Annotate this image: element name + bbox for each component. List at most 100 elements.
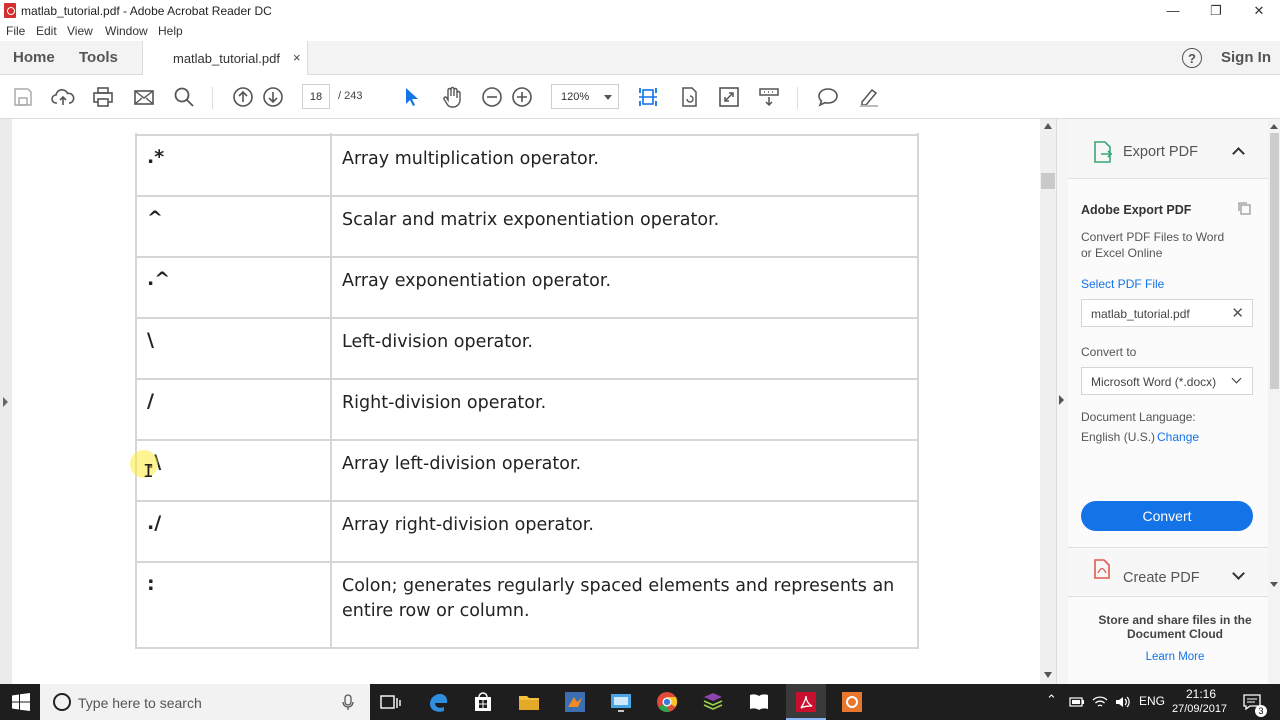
store-icon[interactable] (471, 690, 495, 714)
language-label: Document Language: (1081, 410, 1196, 424)
page-number-input[interactable]: 18 (302, 84, 330, 109)
copy-icon[interactable] (1237, 201, 1253, 217)
operator-description: Array multiplication operator. (330, 134, 919, 197)
export-pdf-header[interactable]: Export PDF (1068, 119, 1268, 179)
service-description: Convert PDF Files to Word or Excel Onlin… (1081, 230, 1225, 260)
scrollbar-thumb[interactable] (1270, 133, 1279, 389)
previous-page-icon[interactable] (231, 85, 255, 109)
save-icon[interactable] (11, 85, 35, 109)
table-row: ./ Array right-division operator. (135, 500, 919, 563)
operator-table: .* Array multiplication operator. ^ Scal… (135, 133, 919, 649)
minimize-button[interactable]: — (1151, 0, 1195, 21)
tab-home[interactable]: Home (13, 49, 55, 66)
create-pdf-header[interactable]: Create PDF (1068, 547, 1268, 597)
rotate-page-icon[interactable] (677, 85, 701, 109)
scroll-up-arrow-icon[interactable] (1270, 124, 1278, 129)
operator-symbol: ^ (135, 195, 332, 258)
chevron-up-icon[interactable] (1232, 147, 1245, 160)
learn-more-link[interactable]: Learn More (1088, 651, 1262, 663)
matlab-icon[interactable] (563, 690, 587, 714)
toolbar-divider (212, 87, 213, 109)
cloud-promo-text: Store and share files in the Document Cl… (1098, 613, 1252, 641)
notification-count-badge: 3 (1255, 705, 1267, 717)
menu-bar: File Edit View Window Help (0, 21, 1280, 41)
clear-file-icon[interactable]: ✕ (1231, 304, 1244, 322)
microphone-icon[interactable] (342, 694, 354, 711)
clock-date[interactable]: 27/09/2017 (1172, 703, 1227, 715)
upload-cloud-icon[interactable] (51, 85, 75, 109)
convert-button[interactable]: Convert (1081, 501, 1253, 531)
menu-view[interactable]: View (67, 24, 93, 38)
task-view-icon[interactable] (378, 690, 402, 714)
table-row: .* Array multiplication operator. (135, 134, 919, 197)
tools-pane-scrollbar[interactable] (1268, 119, 1280, 684)
tab-document[interactable]: matlab_tutorial.pdf × (142, 41, 308, 75)
taskbar-search[interactable]: Type here to search (40, 684, 370, 720)
create-pdf-title: Create PDF (1123, 570, 1200, 586)
zoom-in-icon[interactable] (510, 85, 534, 109)
table-row: .^ Array exponentiation operator. (135, 256, 919, 319)
scroll-down-arrow-icon[interactable] (1044, 672, 1052, 678)
selected-file-field[interactable]: matlab_tutorial.pdf ✕ (1081, 299, 1253, 327)
maximize-button[interactable]: ❐ (1194, 0, 1238, 21)
operator-description: Array exponentiation operator. (330, 256, 919, 319)
operator-symbol: .\ (135, 439, 332, 502)
book-reader-icon[interactable] (747, 690, 771, 714)
clock-time[interactable]: 21:16 (1186, 687, 1216, 701)
remote-desktop-icon[interactable] (609, 690, 633, 714)
help-icon[interactable]: ? (1182, 48, 1202, 68)
email-icon[interactable] (132, 85, 156, 109)
scrollbar-thumb[interactable] (1041, 173, 1055, 189)
wifi-icon[interactable] (1092, 694, 1108, 710)
file-explorer-icon[interactable] (517, 690, 541, 714)
scroll-up-arrow-icon[interactable] (1044, 123, 1052, 129)
zoom-level-select[interactable]: 120% (551, 84, 619, 109)
language-value: English (U.S.) (1081, 430, 1156, 444)
table-row: \ Left-division operator. (135, 317, 919, 380)
comment-icon[interactable] (816, 85, 840, 109)
title-bar: matlab_tutorial.pdf - Adobe Acrobat Read… (0, 0, 1280, 21)
show-hidden-icons-icon[interactable]: ⌃ (1046, 692, 1057, 708)
battery-icon[interactable] (1069, 696, 1085, 708)
volume-icon[interactable] (1114, 694, 1130, 710)
close-tab-icon[interactable]: × (293, 50, 301, 65)
select-cursor-icon[interactable] (399, 85, 423, 109)
search-icon[interactable] (172, 85, 196, 109)
close-window-button[interactable]: ✕ (1237, 0, 1280, 21)
stacked-layers-icon[interactable] (701, 690, 725, 714)
menu-help[interactable]: Help (158, 24, 183, 38)
chevron-right-icon (3, 397, 8, 407)
acrobat-taskbar-button[interactable] (786, 684, 826, 720)
chevron-down-icon[interactable] (1232, 567, 1245, 580)
highlight-pen-icon[interactable] (857, 85, 881, 109)
document-viewer[interactable]: .* Array multiplication operator. ^ Scal… (0, 119, 1056, 684)
select-file-label[interactable]: Select PDF File (1081, 277, 1164, 291)
operator-description: Scalar and matrix exponentiation operato… (330, 195, 919, 258)
full-screen-icon[interactable] (717, 85, 741, 109)
scroll-down-arrow-icon[interactable] (1270, 582, 1278, 587)
fit-page-icon[interactable] (636, 85, 660, 109)
left-pane-toggle[interactable] (0, 119, 12, 684)
chrome-icon[interactable] (655, 690, 679, 714)
next-page-icon[interactable] (261, 85, 285, 109)
scroll-mode-icon[interactable] (757, 85, 781, 109)
sign-in-link[interactable]: Sign In (1221, 49, 1271, 66)
right-pane-toggle[interactable] (1056, 119, 1068, 684)
search-placeholder: Type here to search (78, 695, 202, 711)
toolbar: 18 / 243 120% (0, 75, 1280, 119)
change-language-link[interactable]: Change (1157, 430, 1199, 444)
convert-to-select[interactable]: Microsoft Word (*.docx) (1081, 367, 1253, 395)
presentation-app-icon[interactable] (840, 690, 864, 714)
zoom-out-icon[interactable] (480, 85, 504, 109)
edge-browser-icon[interactable] (426, 690, 450, 714)
menu-edit[interactable]: Edit (36, 24, 57, 38)
windows-start-icon[interactable] (12, 693, 30, 711)
input-language[interactable]: ENG (1139, 694, 1165, 708)
document-scrollbar[interactable] (1040, 119, 1056, 684)
hand-tool-icon[interactable] (440, 85, 464, 109)
tab-bar: Home Tools matlab_tutorial.pdf × (0, 41, 1280, 75)
menu-file[interactable]: File (6, 24, 25, 38)
print-icon[interactable] (91, 85, 115, 109)
tab-tools[interactable]: Tools (79, 49, 118, 66)
menu-window[interactable]: Window (105, 24, 148, 38)
